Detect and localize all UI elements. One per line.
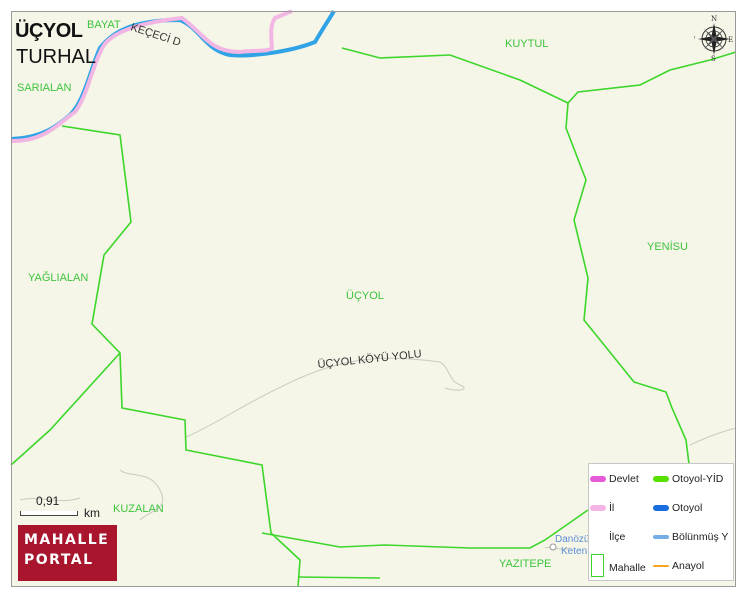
svg-text:E: E bbox=[728, 36, 733, 44]
svg-text:S: S bbox=[711, 55, 716, 62]
neighborhood-label-bayat: BAYAT bbox=[87, 19, 121, 31]
legend-label-otoyol-yid: Otoyol-YİD bbox=[672, 473, 724, 485]
scale-unit: km bbox=[84, 506, 100, 520]
legend-symbol-devlet bbox=[590, 476, 606, 482]
legend-label-bolunmus-yol: Bölünmüş Y bbox=[672, 531, 729, 543]
poi-label-danozu: Danözü bbox=[555, 534, 590, 545]
neighborhood-label-yenisu: YENİSU bbox=[647, 241, 688, 253]
legend-symbol-anayol bbox=[653, 565, 669, 567]
legend-label-otoyol: Otoyol bbox=[672, 502, 703, 514]
svg-text:W: W bbox=[694, 36, 696, 44]
legend-symbol-otoyol-yid bbox=[653, 476, 669, 482]
neighborhood-label-ucyol: ÜÇYOL bbox=[346, 290, 384, 302]
neighborhood-label-sarialan: SARIALAN bbox=[17, 82, 72, 94]
page-title: ÜÇYOL bbox=[15, 20, 83, 42]
compass-rose-icon: N S W E bbox=[688, 14, 734, 63]
legend-label-mahalle: Mahalle bbox=[609, 562, 646, 574]
neighborhood-label-kuzalan: KUZALAN bbox=[113, 503, 164, 515]
neighborhood-label-yaglialan: YAĞLIALAN bbox=[28, 272, 89, 284]
page-subtitle: TURHAL bbox=[16, 46, 97, 68]
legend-label-ilce: İlçe bbox=[609, 531, 626, 543]
scale-value: 0,91 bbox=[36, 494, 60, 508]
legend-symbol-bolunmus-yol bbox=[653, 535, 669, 539]
logo-line1: MAHALLE bbox=[24, 532, 110, 548]
logo-line2: PORTAL bbox=[24, 552, 94, 568]
map-legend: Devlet Otoyol-YİD İl Otoyol İlçe Bölünmü… bbox=[588, 463, 734, 581]
legend-symbol-mahalle bbox=[591, 554, 604, 577]
legend-symbol-otoyol bbox=[653, 505, 669, 511]
svg-text:N: N bbox=[711, 15, 717, 23]
neighborhood-label-kuytul: KUYTUL bbox=[505, 38, 549, 50]
neighborhood-label-yazitepe: YAZITEPE bbox=[499, 558, 552, 570]
legend-label-il: İl bbox=[609, 502, 615, 514]
scale-bar bbox=[20, 511, 78, 516]
legend-label-anayol: Anayol bbox=[672, 560, 705, 572]
mahalle-portal-logo[interactable]: MAHALLE PORTAL bbox=[18, 525, 117, 581]
legend-label-devlet: Devlet bbox=[609, 473, 639, 485]
legend-symbol-il bbox=[590, 505, 606, 511]
poi-label-keten: Keten bbox=[561, 546, 588, 557]
